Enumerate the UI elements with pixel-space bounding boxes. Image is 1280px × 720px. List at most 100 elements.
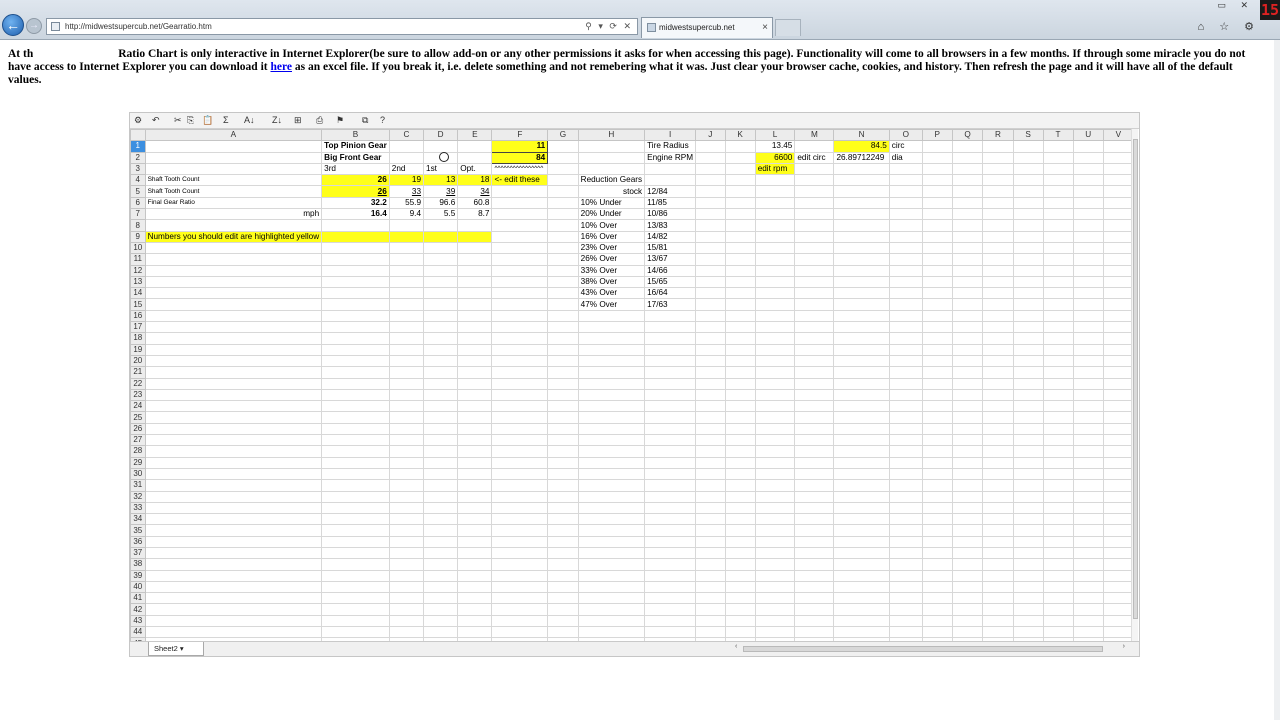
cell-i7[interactable]: 10/86 [644,208,697,221]
cell-t17[interactable] [1042,321,1074,334]
cell-f32[interactable] [491,490,549,503]
cell-q4[interactable] [951,174,984,187]
cell-n21[interactable] [833,366,890,379]
cell-a18[interactable] [144,332,323,345]
cell-u43[interactable] [1072,614,1104,628]
cell-c23[interactable] [388,388,425,402]
cell-h35[interactable] [577,524,646,537]
cell-t36[interactable] [1042,535,1074,548]
cell-e22[interactable] [457,377,493,390]
cell-c26[interactable] [388,422,425,436]
cell-b38[interactable] [321,558,390,571]
cell-a3[interactable] [144,162,323,176]
cell-e43[interactable] [457,614,493,628]
cell-t29[interactable] [1042,456,1074,469]
cell-r1[interactable] [982,140,1014,153]
cell-p13[interactable] [921,275,953,289]
cell-n33[interactable] [833,501,890,515]
cell-q8[interactable] [951,219,984,232]
row-header[interactable]: 32 [130,490,146,503]
cell-p5[interactable] [921,185,953,198]
cell-a28[interactable] [144,445,323,458]
cell-d43[interactable] [423,614,459,628]
cell-h26[interactable] [577,422,646,436]
cell-l43[interactable] [754,614,796,628]
cell-m8[interactable] [794,219,835,232]
cell-c35[interactable] [388,524,425,537]
row-header[interactable]: 10 [130,241,146,255]
cell-h30[interactable] [577,467,646,481]
cell-k15[interactable] [724,298,756,311]
cell-s28[interactable] [1012,445,1044,458]
cell-b29[interactable] [321,456,390,469]
column-header-c[interactable]: C [388,129,425,142]
cell-m14[interactable] [794,287,835,300]
cell-h9[interactable]: 16% Over [577,230,646,243]
cell-c12[interactable] [388,264,425,277]
cell-c14[interactable] [388,287,425,300]
cell-i8[interactable]: 13/83 [644,219,697,232]
cell-d19[interactable] [423,343,459,356]
cell-t3[interactable] [1042,162,1074,176]
row-header[interactable]: 11 [130,253,146,266]
cell-b25[interactable] [321,411,390,424]
cell-b43[interactable] [321,614,390,628]
cell-r37[interactable] [982,546,1014,560]
cell-e12[interactable] [457,264,493,277]
cell-q40[interactable] [951,580,984,594]
cell-g18[interactable] [547,332,579,345]
cell-u7[interactable] [1072,208,1104,221]
cell-l31[interactable] [754,479,796,492]
cell-r28[interactable] [982,445,1014,458]
cell-b10[interactable] [321,241,390,255]
cell-f21[interactable] [491,366,549,379]
cell-g42[interactable] [547,603,579,616]
address-bar[interactable]: http://midwestsupercub.net/Gearratio.htm… [46,18,638,35]
cell-a8[interactable] [144,219,323,232]
cell-g39[interactable] [547,569,579,582]
cell-c44[interactable] [388,626,425,639]
cell-h6[interactable]: 10% Under [577,196,646,210]
cell-g41[interactable] [547,592,579,605]
cell-e38[interactable] [457,558,493,571]
row-header[interactable]: 12 [130,264,146,277]
cell-c42[interactable] [388,603,425,616]
cell-s36[interactable] [1012,535,1044,548]
cell-j10[interactable] [695,241,726,255]
toolbar-icon[interactable]: Z↓ [272,113,282,128]
cell-u4[interactable] [1072,174,1104,187]
cell-o23[interactable] [888,388,923,402]
cell-f34[interactable] [491,513,549,526]
cell-e15[interactable] [457,298,493,311]
cell-n35[interactable] [833,524,890,537]
cell-s12[interactable] [1012,264,1044,277]
cell-o38[interactable] [888,558,923,571]
cell-n12[interactable] [833,264,890,277]
cell-f23[interactable] [491,388,549,402]
cell-b40[interactable] [321,580,390,594]
cell-t24[interactable] [1042,400,1074,413]
column-header-l[interactable]: L [754,129,796,142]
cell-h36[interactable] [577,535,646,548]
cell-u27[interactable] [1072,434,1104,447]
cell-o12[interactable] [888,264,923,277]
cell-u12[interactable] [1072,264,1104,277]
cell-c21[interactable] [388,366,425,379]
cell-i21[interactable] [644,366,697,379]
cell-c4[interactable]: 19 [388,174,425,187]
cell-n4[interactable] [833,174,890,187]
cell-u26[interactable] [1072,422,1104,436]
cell-s29[interactable] [1012,456,1044,469]
cell-v14[interactable] [1102,287,1134,300]
cell-j37[interactable] [695,546,726,560]
cell-s40[interactable] [1012,580,1044,594]
cell-t20[interactable] [1042,354,1074,368]
cell-f25[interactable] [491,411,549,424]
cell-l1[interactable]: 13.45 [754,140,796,153]
cell-p2[interactable] [921,151,953,164]
cell-g32[interactable] [547,490,579,503]
cell-f39[interactable] [491,569,549,582]
cell-g19[interactable] [547,343,579,356]
cell-o5[interactable] [888,185,923,198]
cell-q23[interactable] [951,388,984,402]
